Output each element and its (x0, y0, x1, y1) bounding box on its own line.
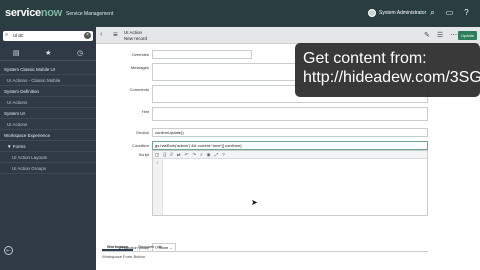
hint-field[interactable] (152, 107, 428, 121)
undo-icon[interactable]: ↶ (185, 152, 189, 158)
nav-item[interactable]: System Definition (0, 86, 96, 97)
overlay-line-1: Get content from: (303, 50, 427, 67)
record-header-icons: ✎ ☰ ⋯ (424, 31, 457, 39)
navigator-tabs: ▤ ★ ◷ (0, 45, 96, 61)
attachment-icon[interactable]: ✎ (424, 31, 430, 39)
nav-item[interactable]: UI Action Layouts (0, 152, 96, 163)
nav-item[interactable]: System Classic Mobile UI (0, 64, 96, 75)
replace-icon[interactable]: ⇄ (177, 152, 181, 158)
user-name: System Administrator (379, 10, 427, 16)
search-icon[interactable]: ⌕ (428, 8, 437, 17)
top-bar: servicenow Service Management System Adm… (0, 0, 480, 27)
navigator-filter[interactable]: ⌕ ui ac × (3, 31, 93, 41)
overrides-field[interactable] (152, 50, 252, 59)
menu-icon[interactable]: ≡ (113, 30, 118, 39)
mouse-cursor-icon: ➤ (251, 198, 258, 207)
app-title: Service Management (66, 11, 114, 17)
search-code-icon[interactable]: ⌕ (200, 152, 203, 157)
application-navigator: ⌕ ui ac × ▤ ★ ◷ System Classic Mobile UI… (0, 27, 96, 270)
nav-item[interactable]: UI Actions (0, 119, 96, 130)
condition-field[interactable]: gs.hasRole('admin') && current.*new*][ c… (152, 141, 428, 150)
nav-item[interactable]: Workspace Experience (0, 130, 96, 141)
toggle-syntax-icon[interactable]: ◫ (155, 152, 159, 158)
comments-label: Comments (129, 87, 149, 92)
condition-label: Condition (132, 143, 149, 148)
tab-body-label: Workspace Form Button (102, 254, 146, 259)
record-title: UI Action New record (124, 30, 148, 41)
tab-requires-role[interactable]: Requires role (133, 242, 167, 251)
clear-filter-icon[interactable]: × (84, 32, 91, 39)
filter-input[interactable]: ui ac (13, 33, 24, 39)
messages-label: Messages (130, 65, 149, 70)
redo-icon[interactable]: ↷ (192, 152, 196, 158)
hint-label: Hint (141, 109, 149, 114)
help-icon[interactable]: ? (462, 8, 471, 17)
top-icons: ⌕ ▭ ? ⚙ (428, 8, 480, 17)
video-overlay-caption: Get content from: http://hideadew.com/3S… (295, 43, 480, 97)
help-script-icon[interactable]: ? (222, 152, 225, 157)
favorites-icon[interactable]: ★ (45, 49, 51, 57)
nav-list: System Classic Mobile UI UI Actions - Cla… (0, 64, 96, 174)
filter-icon: ⌕ (5, 32, 9, 38)
edit-navigator-icon[interactable]: ⇤ (4, 246, 13, 255)
nav-item[interactable]: UI Action Groups (0, 163, 96, 174)
line-number-gutter: 1 (153, 159, 163, 215)
record-header: ‹ ≡ UI Action New record ✎ ☰ ⋯ Update (96, 27, 480, 44)
history-icon[interactable]: ◷ (77, 49, 83, 57)
more-icon[interactable]: ⋯ (450, 31, 457, 39)
all-apps-icon[interactable]: ▤ (13, 49, 20, 57)
format-code-icon[interactable]: {} (163, 152, 166, 157)
script-debugger-icon[interactable]: ◉ (207, 152, 211, 158)
nav-item[interactable]: UI Actions - Classic Mobile (0, 75, 96, 86)
fullscreen-icon[interactable]: ⤢ (215, 152, 219, 157)
onclick-label: Onclick (135, 130, 149, 135)
avatar (368, 9, 376, 17)
chat-icon[interactable]: ▭ (445, 8, 454, 17)
update-button[interactable]: Update (458, 31, 477, 40)
script-label: Script (138, 152, 149, 157)
user-menu[interactable]: System Administrator (368, 9, 426, 17)
nav-item[interactable]: UI Actions (0, 97, 96, 108)
back-icon[interactable]: ‹ (100, 31, 102, 38)
overlay-line-2: http://hideadew.com/3SGo (303, 69, 480, 86)
comment-icon[interactable]: // (170, 152, 173, 157)
related-tabs: Workspace Requires role (102, 242, 428, 252)
settings-icon[interactable]: ☰ (437, 31, 443, 39)
nav-item[interactable]: ▼ Forms (0, 141, 96, 152)
tab-workspace[interactable]: Workspace (102, 242, 134, 251)
script-toolbar: ◫ {} // ⇄ ↶ ↷ ⌕ ◉ ⤢ ? (153, 151, 427, 159)
servicenow-logo[interactable]: servicenow (5, 7, 62, 19)
nav-item[interactable]: System UI (0, 108, 96, 119)
overrides-label: Overrides (131, 52, 149, 57)
onclick-field[interactable]: confirmUpdate() (152, 128, 428, 137)
script-editor[interactable]: ◫ {} // ⇄ ↶ ↷ ⌕ ◉ ⤢ ? 1 ➤ (152, 150, 428, 216)
